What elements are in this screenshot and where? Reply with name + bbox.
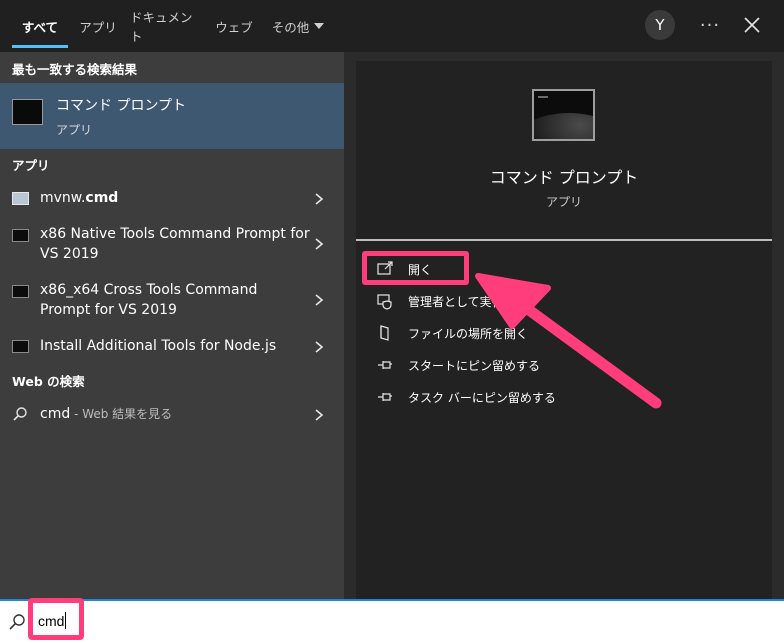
- best-match-type: アプリ: [56, 123, 93, 137]
- file-location-icon: [380, 325, 389, 341]
- avatar[interactable]: Y: [645, 10, 675, 40]
- list-item-x86-x64-cross-tools[interactable]: x86_x64 Cross Tools Command Prompt for V…: [0, 275, 344, 323]
- pin-icon: [378, 361, 392, 369]
- action-open-file-location-label: ファイルの場所を開く: [408, 326, 529, 341]
- chevron-right-icon: [315, 193, 324, 205]
- list-item-label: x86 Native Tools Command Prompt for VS 2…: [40, 226, 310, 262]
- action-pin-to-start-label: スタートにピン留めする: [408, 358, 541, 373]
- list-item-install-node-tools[interactable]: Install Additional Tools for Node.js: [0, 331, 344, 361]
- best-match-item[interactable]: コマンド プロンプト アプリ: [0, 83, 344, 149]
- web-search-suffix: - Web 結果を見る: [70, 407, 173, 421]
- terminal-icon: [12, 229, 29, 242]
- results-pane: 最も一致する検索結果 コマンド プロンプト アプリ アプリ mvnw.cmd x…: [0, 52, 344, 599]
- tab-web-label: ウェブ: [215, 19, 253, 35]
- tab-apps[interactable]: アプリ: [76, 0, 120, 52]
- close-button[interactable]: [738, 11, 766, 39]
- list-item-x86-native-tools[interactable]: x86 Native Tools Command Prompt for VS 2…: [0, 219, 344, 267]
- chevron-right-icon: [315, 294, 324, 306]
- search-bar[interactable]: cmd: [0, 599, 784, 643]
- chevron-right-icon: [315, 409, 324, 421]
- web-search-query: cmd: [40, 406, 71, 422]
- search-icon: [9, 614, 25, 630]
- terminal-icon: [12, 340, 29, 353]
- search-input[interactable]: cmd: [38, 611, 67, 631]
- web-search-item[interactable]: cmd - Web 結果を見る: [0, 399, 344, 429]
- admin-shield-icon: [377, 294, 392, 310]
- action-open-file-location[interactable]: ファイルの場所を開く: [376, 321, 676, 345]
- pin-icon: [378, 393, 392, 401]
- list-item-label-prefix: mvnw.: [40, 190, 86, 206]
- list-item-mvnw-cmd[interactable]: mvnw.cmd: [0, 183, 344, 213]
- tab-all[interactable]: すべて: [12, 0, 68, 52]
- list-item-label: x86_x64 Cross Tools Command Prompt for V…: [40, 282, 258, 318]
- action-pin-to-taskbar-label: タスク バーにピン留めする: [408, 390, 556, 405]
- tab-more-filters[interactable]: その他: [264, 0, 332, 52]
- web-search-label: cmd - Web 結果を見る: [40, 404, 310, 424]
- tab-documents[interactable]: ドキュメント: [130, 0, 204, 52]
- list-item-label: Install Additional Tools for Node.js: [40, 338, 277, 354]
- tab-all-label: すべて: [21, 19, 59, 35]
- detail-title: コマンド プロンプト: [489, 168, 639, 187]
- list-item-label-match: cmd: [85, 190, 119, 206]
- more-options-icon: ···: [699, 14, 721, 36]
- top-tab-bar: すべて アプリ ドキュメント ウェブ その他 Y ···: [0, 0, 784, 52]
- terminal-icon: [12, 285, 29, 298]
- chevron-right-icon: [315, 238, 324, 250]
- more-options-button[interactable]: ···: [697, 12, 723, 38]
- chevron-down-icon: [314, 23, 325, 29]
- command-prompt-app-icon: [12, 99, 43, 125]
- detail-pane: コマンド プロンプト アプリ 開く 管理者として実行 ファイルの場所を開く スタ…: [356, 61, 772, 599]
- command-prompt-large-icon: [532, 89, 595, 141]
- action-pin-to-taskbar[interactable]: タスク バーにピン留めする: [376, 385, 676, 409]
- detail-subtitle: アプリ: [545, 195, 582, 209]
- web-search-heading: Web の検索: [12, 373, 85, 389]
- avatar-letter: Y: [655, 16, 665, 34]
- action-pin-to-start[interactable]: スタートにピン留めする: [376, 353, 676, 377]
- tab-apps-label: アプリ: [79, 19, 117, 35]
- script-file-icon: [12, 192, 29, 205]
- best-match-heading: 最も一致する検索結果: [12, 61, 138, 77]
- divider: [356, 239, 772, 241]
- open-icon: [377, 261, 393, 275]
- search-input-value: cmd: [38, 613, 65, 629]
- tab-documents-label: ドキュメント: [130, 10, 193, 44]
- action-open[interactable]: 開く: [376, 257, 676, 281]
- list-item-label: mvnw.cmd: [40, 188, 310, 208]
- apps-heading: アプリ: [12, 157, 50, 173]
- tab-web[interactable]: ウェブ: [212, 0, 256, 52]
- chevron-right-icon: [315, 341, 324, 353]
- search-icon: [13, 407, 27, 421]
- close-icon: [744, 17, 760, 33]
- best-match-name: コマンド プロンプト: [56, 98, 187, 114]
- text-cursor: [65, 612, 67, 629]
- tab-more-filters-label: その他: [271, 19, 310, 35]
- action-run-as-admin-label: 管理者として実行: [408, 294, 504, 309]
- action-open-label: 開く: [408, 262, 433, 277]
- action-run-as-admin[interactable]: 管理者として実行: [376, 289, 676, 313]
